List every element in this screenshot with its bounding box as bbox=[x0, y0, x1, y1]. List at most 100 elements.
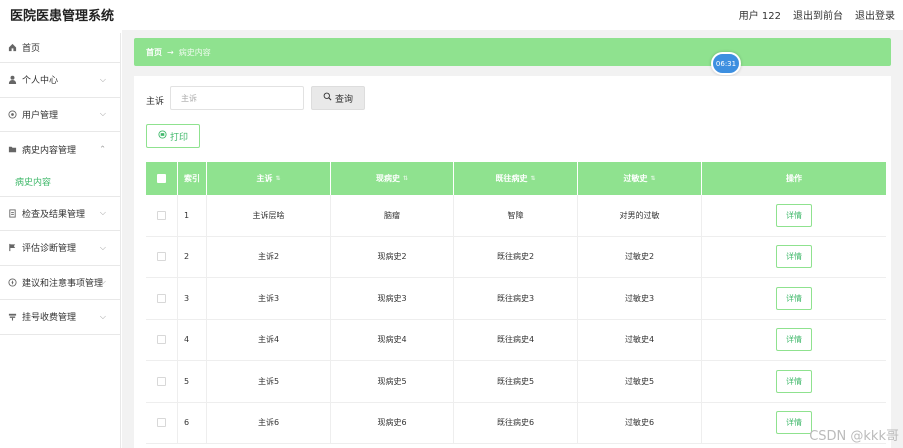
chevron-down-icon: ⌵ bbox=[99, 277, 106, 287]
header-present-illness[interactable]: 现病史 ⇅ bbox=[331, 162, 454, 195]
sidebar-item-registration-management[interactable]: 挂号收费管理 ⌵ bbox=[0, 300, 120, 335]
cell-complaint: 主诉层啥 bbox=[207, 195, 331, 236]
table-row: 1 主诉层啥 脑瘤 智障 对男的过敏 详情 bbox=[146, 195, 886, 237]
users-icon bbox=[7, 109, 17, 119]
logout-link[interactable]: 退出登录 bbox=[855, 7, 895, 22]
cell-allergy: 过敏史3 bbox=[578, 278, 702, 319]
row-select-cell bbox=[146, 361, 178, 402]
cell-present-illness: 现病史4 bbox=[331, 319, 454, 360]
sidebar-item-personal-center[interactable]: 个人中心 ⌵ bbox=[0, 63, 120, 98]
header-allergy-label: 过敏史 bbox=[623, 174, 648, 183]
select-all-cell bbox=[146, 162, 178, 195]
cell-past-illness: 既往病史2 bbox=[454, 236, 578, 277]
row-checkbox[interactable] bbox=[157, 293, 166, 303]
detail-button[interactable]: 详情 bbox=[776, 286, 812, 310]
main-area: 首页 → 病史内容 06:31 主诉 主诉 查询 打印 索引 主诉 ⇅ 现病史 ⇅ bbox=[122, 30, 903, 448]
row-select-cell bbox=[146, 319, 178, 360]
user-icon bbox=[7, 75, 17, 85]
breadcrumb-current: 病史内容 bbox=[178, 47, 211, 57]
chevron-down-icon: ⌵ bbox=[99, 109, 106, 119]
sort-icon[interactable]: ⇅ bbox=[275, 175, 280, 182]
chevron-down-icon: ⌵ bbox=[99, 74, 106, 84]
print-icon bbox=[158, 130, 167, 142]
sidebar-item-user-management[interactable]: 用户管理 ⌵ bbox=[0, 98, 120, 132]
cell-index: 3 bbox=[178, 278, 207, 319]
header-allergy[interactable]: 过敏史 ⇅ bbox=[578, 162, 702, 195]
header-actions: 用户 122 退出到前台 退出登录 bbox=[739, 7, 895, 22]
cell-allergy: 过敏史2 bbox=[578, 236, 702, 277]
detail-button[interactable]: 详情 bbox=[776, 328, 812, 352]
header-index: 索引 bbox=[178, 162, 207, 195]
search-label: 主诉 bbox=[146, 97, 165, 107]
current-user: 用户 122 bbox=[738, 11, 781, 22]
print-button[interactable]: 打印 bbox=[146, 124, 200, 148]
cell-actions: 详情 bbox=[702, 361, 886, 402]
search-icon bbox=[323, 92, 332, 104]
cell-index: 5 bbox=[178, 361, 207, 402]
cell-complaint: 主诉3 bbox=[207, 278, 331, 319]
sidebar-item-label: 检查及结果管理 bbox=[22, 209, 86, 220]
header-present-label: 现病史 bbox=[375, 174, 400, 183]
table-row: 2 主诉2 现病史2 既往病史2 过敏史2 详情 bbox=[146, 236, 886, 278]
history-table: 索引 主诉 ⇅ 现病史 ⇅ 既往病史 ⇅ 过敏史 ⇅ 操作 1 主诉层啥 脑瘤 智障 对… bbox=[146, 162, 886, 444]
select-all-checkbox[interactable] bbox=[157, 174, 166, 183]
sidebar-item-label: 病史内容管理 bbox=[22, 145, 77, 156]
row-checkbox[interactable] bbox=[157, 418, 166, 428]
sort-icon[interactable]: ⇅ bbox=[530, 175, 535, 182]
breadcrumb-arrow: → bbox=[167, 47, 174, 57]
top-header: 医院医患管理系统 用户 122 退出到前台 退出登录 bbox=[0, 0, 903, 30]
detail-button[interactable]: 详情 bbox=[776, 245, 812, 269]
sidebar-item-label: 挂号收费管理 bbox=[22, 313, 77, 324]
cell-complaint: 主诉5 bbox=[207, 361, 331, 402]
row-select-cell bbox=[146, 402, 178, 443]
table-row: 5 主诉5 现病史5 既往病史5 过敏史5 详情 bbox=[146, 361, 886, 403]
cell-past-illness: 既往病史6 bbox=[454, 402, 578, 443]
sidebar-item-label: 个人中心 bbox=[22, 76, 59, 87]
sidebar-subitem-history-content[interactable]: 病史内容 bbox=[0, 167, 120, 197]
breadcrumb-home[interactable]: 首页 bbox=[146, 47, 162, 58]
to-front-link[interactable]: 退出到前台 bbox=[793, 7, 843, 22]
cell-present-illness: 现病史3 bbox=[331, 278, 454, 319]
header-complaint-label: 主诉 bbox=[256, 174, 273, 183]
sidebar-item-label: 用户管理 bbox=[22, 110, 59, 121]
sidebar-item-home[interactable]: 首页 bbox=[0, 33, 120, 63]
sidebar: 首页 个人中心 ⌵ 用户管理 ⌵ 病史内容管理 ⌃ 病史内容 检查及结果管理 ⌵… bbox=[0, 33, 121, 448]
row-checkbox[interactable] bbox=[157, 252, 166, 262]
row-checkbox[interactable] bbox=[157, 210, 166, 220]
sidebar-item-label: 建议和注意事项管理 bbox=[22, 278, 104, 289]
row-select-cell bbox=[146, 278, 178, 319]
row-select-cell bbox=[146, 195, 178, 236]
sort-icon[interactable]: ⇅ bbox=[650, 175, 655, 182]
sidebar-item-label: 评估诊断管理 bbox=[22, 244, 77, 255]
search-input[interactable]: 主诉 bbox=[170, 86, 304, 110]
cell-complaint: 主诉6 bbox=[207, 402, 331, 443]
sort-icon[interactable]: ⇅ bbox=[403, 175, 408, 182]
table-row: 3 主诉3 现病史3 既往病史3 过敏史3 详情 bbox=[146, 278, 886, 320]
row-checkbox[interactable] bbox=[157, 376, 166, 386]
detail-button[interactable]: 详情 bbox=[776, 411, 812, 435]
sidebar-item-history-management[interactable]: 病史内容管理 ⌃ bbox=[0, 132, 120, 167]
header-past-illness[interactable]: 既往病史 ⇅ bbox=[454, 162, 578, 195]
cell-present-illness: 现病史5 bbox=[331, 361, 454, 402]
detail-button[interactable]: 详情 bbox=[776, 369, 812, 393]
report-icon bbox=[7, 208, 17, 218]
cell-past-illness: 智障 bbox=[454, 195, 578, 236]
detail-button[interactable]: 详情 bbox=[776, 203, 812, 227]
cell-allergy: 过敏史4 bbox=[578, 319, 702, 360]
cell-complaint: 主诉4 bbox=[207, 319, 331, 360]
sidebar-item-advice-management[interactable]: 建议和注意事项管理 ⌵ bbox=[0, 266, 120, 300]
flag-icon bbox=[7, 243, 17, 253]
cell-allergy: 过敏史6 bbox=[578, 402, 702, 443]
search-button[interactable]: 查询 bbox=[311, 86, 365, 110]
cell-actions: 详情 bbox=[702, 320, 886, 361]
table-row: 6 主诉6 现病史6 既往病史6 过敏史6 详情 bbox=[146, 402, 886, 444]
chevron-down-icon: ⌵ bbox=[99, 208, 106, 218]
cell-past-illness: 既往病史5 bbox=[454, 361, 578, 402]
cell-allergy: 过敏史5 bbox=[578, 361, 702, 402]
search-button-label: 查询 bbox=[334, 94, 353, 105]
sidebar-item-diagnosis-management[interactable]: 评估诊断管理 ⌵ bbox=[0, 231, 120, 266]
row-checkbox[interactable] bbox=[157, 335, 166, 345]
header-complaint[interactable]: 主诉 ⇅ bbox=[207, 162, 331, 195]
sidebar-item-exam-management[interactable]: 检查及结果管理 ⌵ bbox=[0, 197, 120, 231]
cell-index: 2 bbox=[178, 236, 207, 277]
